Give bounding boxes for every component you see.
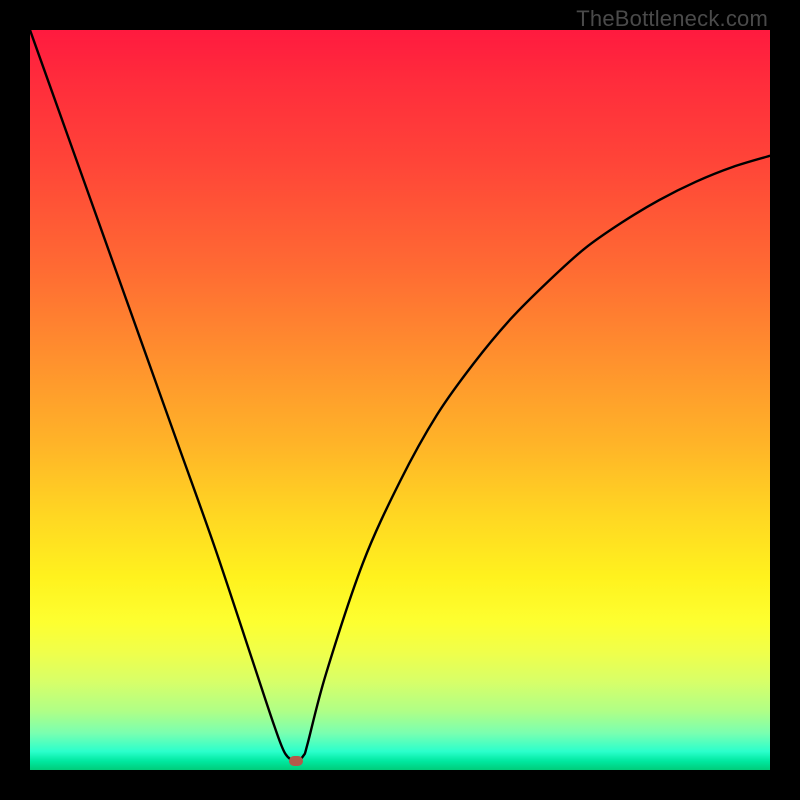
watermark-text: TheBottleneck.com: [576, 6, 768, 32]
plot-area: [30, 30, 770, 770]
chart-frame: TheBottleneck.com: [0, 0, 800, 800]
optimal-marker: [289, 756, 303, 766]
bottleneck-curve: [30, 30, 770, 770]
